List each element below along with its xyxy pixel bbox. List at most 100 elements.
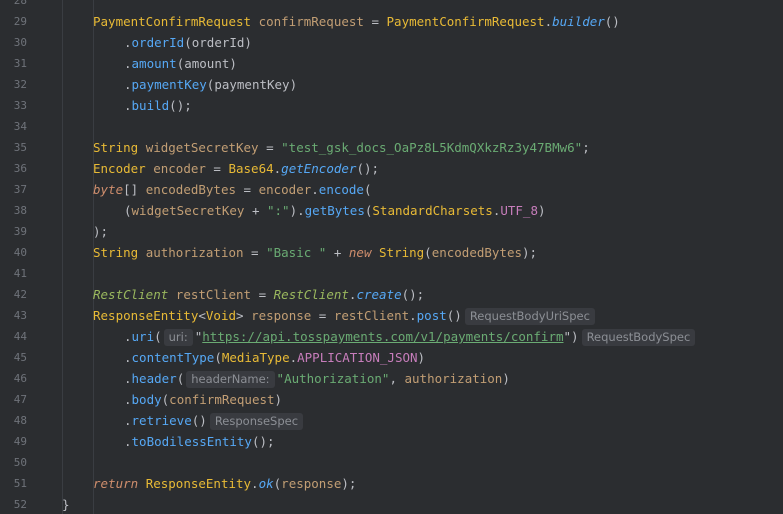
code-token: . bbox=[124, 392, 132, 407]
code-token: response bbox=[281, 476, 342, 491]
code-line[interactable]: 36 Encoder encoder = Base64.getEncoder(); bbox=[0, 158, 783, 179]
code-text[interactable]: RestClient restClient = RestClient.creat… bbox=[93, 284, 424, 305]
url-link[interactable]: https://api.tosspayments.com/v1/payments… bbox=[202, 329, 563, 344]
code-line[interactable]: 30 .orderId(orderId) bbox=[0, 32, 783, 53]
code-text[interactable]: .orderId(orderId) bbox=[124, 32, 252, 53]
code-token: widgetSecretKey bbox=[131, 203, 245, 218]
line-number: 44 bbox=[13, 330, 27, 343]
code-text[interactable]: .build(); bbox=[124, 95, 192, 116]
code-token: ) bbox=[274, 392, 283, 407]
code-token: + bbox=[244, 203, 267, 218]
code-token: . bbox=[289, 350, 298, 365]
code-token: Encoder bbox=[93, 161, 146, 176]
code-text[interactable]: ); bbox=[93, 221, 108, 242]
code-text[interactable]: .contentType(MediaType.APPLICATION_JSON) bbox=[124, 347, 425, 368]
code-token: (); bbox=[401, 287, 425, 302]
code-line[interactable]: 43 ResponseEntity<Void> response = restCl… bbox=[0, 305, 783, 326]
line-number: 47 bbox=[13, 393, 27, 406]
code-line[interactable]: 47 .body(confirmRequest) bbox=[0, 389, 783, 410]
line-number: 35 bbox=[13, 141, 27, 154]
code-token: header bbox=[131, 371, 177, 386]
code-text[interactable]: return ResponseEntity.ok(response); bbox=[93, 473, 356, 494]
code-line[interactable]: 29 PaymentConfirmRequest confirmRequest =… bbox=[0, 11, 783, 32]
code-token: ResponseEntity bbox=[145, 476, 252, 491]
code-line[interactable]: 31 .amount(amount) bbox=[0, 53, 783, 74]
code-text[interactable]: .body(confirmRequest) bbox=[124, 389, 282, 410]
line-number: 34 bbox=[13, 120, 27, 133]
code-line[interactable]: 45 .contentType(MediaType.APPLICATION_JSO… bbox=[0, 347, 783, 368]
code-token: post bbox=[416, 308, 447, 323]
line-number: 38 bbox=[13, 204, 27, 217]
code-text[interactable]: ResponseEntity<Void> response = restClie… bbox=[93, 305, 598, 326]
code-token: encode bbox=[318, 182, 364, 197]
code-token: ); bbox=[341, 476, 357, 491]
code-line[interactable]: 38 (widgetSecretKey + ":").getBytes(Stand… bbox=[0, 200, 783, 221]
code-token: String bbox=[93, 245, 139, 260]
code-token: restClient bbox=[333, 308, 410, 323]
code-token: } bbox=[62, 497, 70, 512]
code-token: ( bbox=[176, 371, 185, 386]
code-token: body bbox=[131, 392, 162, 407]
code-line[interactable]: 49 .toBodilessEntity(); bbox=[0, 431, 783, 452]
code-text[interactable]: .header(headerName: "Authorization", auth… bbox=[124, 368, 510, 389]
code-line[interactable]: 40 String authorization = "Basic " + new … bbox=[0, 242, 783, 263]
code-line[interactable]: 34 bbox=[0, 116, 783, 137]
line-number: 41 bbox=[13, 267, 27, 280]
code-text[interactable]: .amount(amount) bbox=[124, 53, 237, 74]
code-line[interactable]: 42 RestClient restClient = RestClient.cre… bbox=[0, 284, 783, 305]
line-number: 32 bbox=[13, 78, 27, 91]
code-token: build bbox=[131, 98, 170, 113]
code-line[interactable]: 52} bbox=[0, 494, 783, 514]
line-number: 40 bbox=[13, 246, 27, 259]
code-line[interactable]: 33 .build(); bbox=[0, 95, 783, 116]
code-text[interactable]: .uri(uri: "https://api.tosspayments.com/v… bbox=[124, 326, 698, 347]
code-token: ; bbox=[582, 140, 590, 155]
code-text[interactable]: .retrieve() ResponseSpec bbox=[124, 410, 306, 431]
code-line[interactable]: 35 String widgetSecretKey = "test_gsk_doc… bbox=[0, 137, 783, 158]
code-text[interactable]: (widgetSecretKey + ":").getBytes(Standar… bbox=[124, 200, 546, 221]
code-token: + bbox=[326, 245, 349, 260]
code-token: . bbox=[124, 56, 132, 71]
code-token: . bbox=[124, 371, 132, 386]
code-token: ( bbox=[424, 245, 432, 260]
code-line[interactable]: 46 .header(headerName: "Authorization", au… bbox=[0, 368, 783, 389]
code-line[interactable]: 44 .uri(uri: "https://api.tosspayments.com… bbox=[0, 326, 783, 347]
code-editor[interactable]: 28 29 PaymentConfirmRequest confirmRequest… bbox=[0, 0, 783, 514]
code-text[interactable]: String authorization = "Basic " + new St… bbox=[93, 242, 537, 263]
code-line[interactable]: 51 return ResponseEntity.ok(response); bbox=[0, 473, 783, 494]
code-token: (); bbox=[169, 98, 192, 113]
code-line[interactable]: 39); bbox=[0, 221, 783, 242]
code-token: retrieve bbox=[131, 413, 192, 428]
code-text[interactable]: Encoder encoder = Base64.getEncoder(); bbox=[93, 158, 379, 179]
code-token: return bbox=[93, 476, 139, 491]
line-number: 45 bbox=[13, 351, 27, 364]
code-token: new bbox=[348, 245, 372, 260]
code-text[interactable]: } bbox=[62, 494, 70, 514]
code-token: = bbox=[258, 140, 282, 155]
code-line[interactable]: 41 bbox=[0, 263, 783, 284]
code-line[interactable]: 50 bbox=[0, 452, 783, 473]
code-token: StandardCharsets bbox=[372, 203, 493, 218]
code-text[interactable]: String widgetSecretKey = "test_gsk_docs_… bbox=[93, 137, 590, 158]
code-token: authorization bbox=[145, 245, 244, 260]
code-line[interactable]: 32 .paymentKey(paymentKey) bbox=[0, 74, 783, 95]
code-text[interactable]: byte[] encodedBytes = encoder.encode( bbox=[93, 179, 371, 200]
code-text[interactable]: .paymentKey(paymentKey) bbox=[124, 74, 297, 95]
code-text[interactable]: PaymentConfirmRequest confirmRequest = P… bbox=[93, 11, 620, 32]
code-line[interactable]: 37 byte[] encodedBytes = encoder.encode( bbox=[0, 179, 783, 200]
code-token: . bbox=[124, 413, 132, 428]
code-token: response bbox=[251, 308, 312, 323]
code-token: contentType bbox=[131, 350, 215, 365]
code-token: " bbox=[563, 329, 572, 344]
code-token: ( bbox=[214, 350, 222, 365]
code-line[interactable]: 28 bbox=[0, 0, 783, 11]
code-token: byte bbox=[93, 182, 124, 197]
code-token: encoder bbox=[153, 161, 206, 176]
code-text[interactable]: .toBodilessEntity(); bbox=[124, 431, 275, 452]
code-token: . bbox=[409, 308, 417, 323]
code-token: ) bbox=[502, 371, 510, 386]
line-number: 31 bbox=[13, 57, 27, 70]
code-line[interactable]: 48 .retrieve() ResponseSpec bbox=[0, 410, 783, 431]
